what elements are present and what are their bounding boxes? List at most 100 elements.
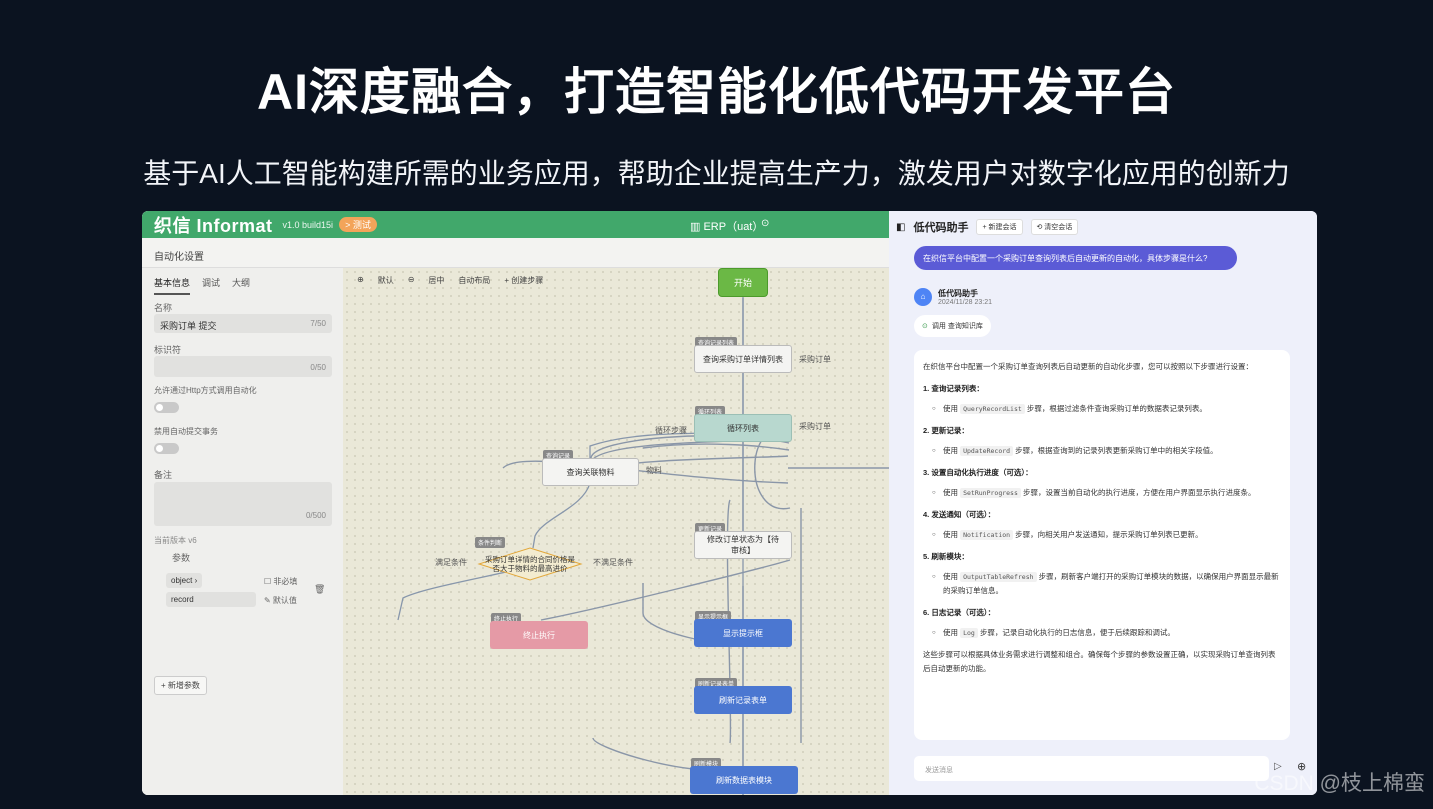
node-query-list[interactable]: 查询采购订单详情列表 bbox=[694, 345, 792, 373]
tab-debug[interactable]: 调试 bbox=[202, 276, 220, 295]
param-required-label: 非必填 bbox=[273, 577, 298, 586]
step-heading: 2. 更新记录： bbox=[923, 426, 969, 435]
node-start[interactable]: 开始 bbox=[718, 268, 768, 297]
name-field[interactable]: 采购订单 提交 7/50 bbox=[154, 314, 332, 333]
node-refresh-form[interactable]: 刷新记录表单 bbox=[694, 686, 792, 714]
flow-lines-overlay bbox=[343, 268, 889, 795]
message-input[interactable]: 发送消息 bbox=[914, 756, 1269, 781]
watermark: CSDN @枝上棉蛮 bbox=[1254, 772, 1425, 795]
clear-session-button[interactable]: ⟲ 清空会话 bbox=[1030, 219, 1079, 235]
new-session-button[interactable]: + 新建会话 bbox=[976, 219, 1023, 235]
step-pre: 使用 bbox=[943, 404, 958, 413]
user-message: 在织信平台中配置一个采购订单查询列表后自动更新的自动化，具体步骤是什么? bbox=[914, 246, 1237, 270]
step-code: QueryRecordList bbox=[960, 404, 1025, 414]
param-type-select[interactable]: object › bbox=[166, 573, 203, 588]
node-condition[interactable]: 采购订单详情的合同价格是否大于物料的最高进价 bbox=[483, 551, 577, 577]
param-required[interactable]: ☐ 非必填 bbox=[264, 576, 297, 587]
step-heading: 6. 日志记录（可选）： bbox=[923, 608, 996, 617]
params-label: 参数 bbox=[172, 553, 191, 563]
param-name-field[interactable]: record bbox=[166, 592, 256, 607]
tab-outline[interactable]: 大纲 bbox=[232, 276, 250, 295]
step-heading: 1. 查询记录列表： bbox=[923, 384, 984, 393]
bot-avatar-icon: ⌂ bbox=[914, 288, 932, 306]
param-default[interactable]: ✎ 默认值 bbox=[264, 595, 297, 606]
breadcrumb: 自动化设置 bbox=[142, 238, 889, 268]
node-query-material[interactable]: 查询关联物料 bbox=[542, 458, 639, 486]
step-heading: 5. 刷新模块： bbox=[923, 552, 969, 561]
step-item: 使用 Log 步骤，记录自动化执行的日志信息，便于后续跟踪和调试。 bbox=[923, 626, 1281, 640]
name-count: 7/50 bbox=[310, 319, 326, 328]
node-query-output: 采购订单 bbox=[799, 355, 831, 364]
checkbox-icon: ☐ bbox=[264, 577, 274, 586]
current-version: 当前版本 v6 bbox=[154, 536, 197, 545]
remark-label: 备注 bbox=[154, 470, 173, 480]
app-version: v1.0 build15i bbox=[282, 219, 334, 230]
node-loop[interactable]: 循环列表 bbox=[694, 414, 792, 442]
disable-tx-label: 禁用自动提交事务 bbox=[154, 427, 218, 436]
step-post: 步骤，根据查询到的记录列表更新采购订单中的相关字段值。 bbox=[1015, 446, 1218, 455]
flow-canvas[interactable]: ⊕ 默认 ⊖ 居中 自动布局 + 创建步骤 开始 查询记录列表 查询采购订单详情… bbox=[343, 268, 889, 795]
building-icon: ▥ bbox=[690, 221, 704, 233]
chevron-right-icon: › bbox=[194, 576, 198, 585]
ai-assistant-panel: ◧ 低代码助手 + 新建会话 ⟲ 清空会话 在织信平台中配置一个采购订单查询列表… bbox=[889, 211, 1317, 795]
node-refresh-module[interactable]: 刷新数据表模块 bbox=[690, 766, 798, 794]
identifier-count: 0/50 bbox=[310, 363, 326, 372]
properties-panel: 基本信息 调试 大纲 名称 采购订单 提交 7/50 标识符 0/50 允许通过H… bbox=[142, 268, 343, 795]
name-label: 名称 bbox=[154, 303, 173, 313]
step-item: 使用 QueryRecordList 步骤，根据过滤条件查询采购订单的数据表记录… bbox=[923, 402, 1281, 416]
http-call-toggle[interactable] bbox=[154, 402, 179, 413]
check-circle-icon: ⊙ bbox=[922, 323, 928, 330]
help-icon[interactable]: ⊙ bbox=[761, 218, 769, 229]
tab-basic-info[interactable]: 基本信息 bbox=[154, 276, 191, 295]
node-update-status[interactable]: 修改订单状态为【待审核】 bbox=[694, 531, 792, 559]
project-name[interactable]: ▥ ERP（uat） bbox=[690, 218, 763, 234]
step-item: 使用 SetRunProgress 步骤，设置当前自动化的执行进度，方便在用户界… bbox=[923, 486, 1281, 500]
disable-tx-toggle[interactable] bbox=[154, 443, 179, 454]
project-name-text: ERP（uat） bbox=[703, 221, 764, 233]
step-heading: 3. 设置自动化执行进度（可选）： bbox=[923, 468, 1033, 477]
remark-textarea[interactable]: 0/500 bbox=[154, 482, 332, 526]
assistant-title: 低代码助手 bbox=[913, 222, 969, 234]
app-logo: 织信 Informat bbox=[154, 215, 273, 236]
assistant-answer: 在织信平台中配置一个采购订单查询列表后自动更新的自动化步骤，您可以按照以下步骤进… bbox=[914, 350, 1290, 740]
tool-call-badge[interactable]: ⊙ 调用 查询知识库 bbox=[914, 315, 991, 337]
app-window: 织信 Informat v1.0 build15i > 测试 ▥ ERP（uat… bbox=[142, 211, 889, 795]
http-call-label: 允许通过Http方式调用自动化 bbox=[154, 386, 257, 395]
param-name: record bbox=[171, 595, 194, 604]
hero-subtitle: 基于AI人工智能构建所需的业务应用，帮助企业提高生产力，激发用户对数字化应用的创… bbox=[143, 158, 1290, 189]
env-badge[interactable]: > 测试 bbox=[339, 217, 377, 232]
step-pre: 使用 bbox=[943, 446, 958, 455]
flow-edges bbox=[397, 296, 744, 795]
param-type: object bbox=[171, 576, 193, 585]
node-toast[interactable]: 显示提示框 bbox=[694, 619, 792, 647]
answer-outro: 这些步骤可以根据具体业务需求进行调整和组合。确保每个步骤的参数设置正确，以实现采… bbox=[923, 650, 1276, 673]
step-post: 步骤，向相关用户发送通知，提示采购订单列表已更新。 bbox=[1015, 530, 1203, 539]
step-post: 步骤，设置当前自动化的执行进度，方便在用户界面显示执行进度条。 bbox=[1022, 488, 1256, 497]
node-loop-output: 采购订单 bbox=[799, 422, 831, 431]
step-post: 步骤，根据过滤条件查询采购订单的数据表记录列表。 bbox=[1026, 404, 1207, 413]
add-param-button[interactable]: + 新增参数 bbox=[154, 676, 207, 695]
step-code: UpdateRecord bbox=[960, 446, 1014, 456]
top-bar: 织信 Informat v1.0 build15i > 测试 ▥ ERP（uat… bbox=[142, 211, 889, 238]
step-code: OutputTableRefresh bbox=[960, 572, 1037, 582]
loop-step-label: 循环步骤 bbox=[655, 426, 687, 435]
hero-title: AI深度融合，打造智能化低代码开发平台 bbox=[257, 64, 1176, 120]
bot-name: 低代码助手 bbox=[938, 289, 978, 298]
sidebar-toggle-icon[interactable]: ◧ bbox=[896, 222, 905, 233]
step-code: Log bbox=[960, 628, 978, 638]
node-assoc-output: 物料 bbox=[646, 466, 662, 475]
step-item: 使用 UpdateRecord 步骤，根据查询到的记录列表更新采购订单中的相关字… bbox=[923, 444, 1281, 458]
step-pre: 使用 bbox=[943, 488, 958, 497]
tool-call-text: 调用 查询知识库 bbox=[931, 323, 983, 330]
node-stop[interactable]: 终止执行 bbox=[490, 621, 588, 649]
delete-icon[interactable]: 🗑 bbox=[314, 584, 325, 595]
app-screenshot: 织信 Informat v1.0 build15i > 测试 ▥ ERP（uat… bbox=[142, 211, 1317, 795]
identifier-field[interactable]: 0/50 bbox=[154, 356, 332, 377]
step-pre: 使用 bbox=[943, 628, 958, 637]
name-value: 采购订单 提交 bbox=[160, 321, 217, 331]
answer-intro: 在织信平台中配置一个采购订单查询列表后自动更新的自动化步骤，您可以按照以下步骤进… bbox=[923, 362, 1253, 371]
identifier-label: 标识符 bbox=[154, 345, 182, 355]
step-pre: 使用 bbox=[943, 572, 958, 581]
remark-count: 0/500 bbox=[305, 511, 326, 520]
step-heading: 4. 发送通知（可选）： bbox=[923, 510, 996, 519]
